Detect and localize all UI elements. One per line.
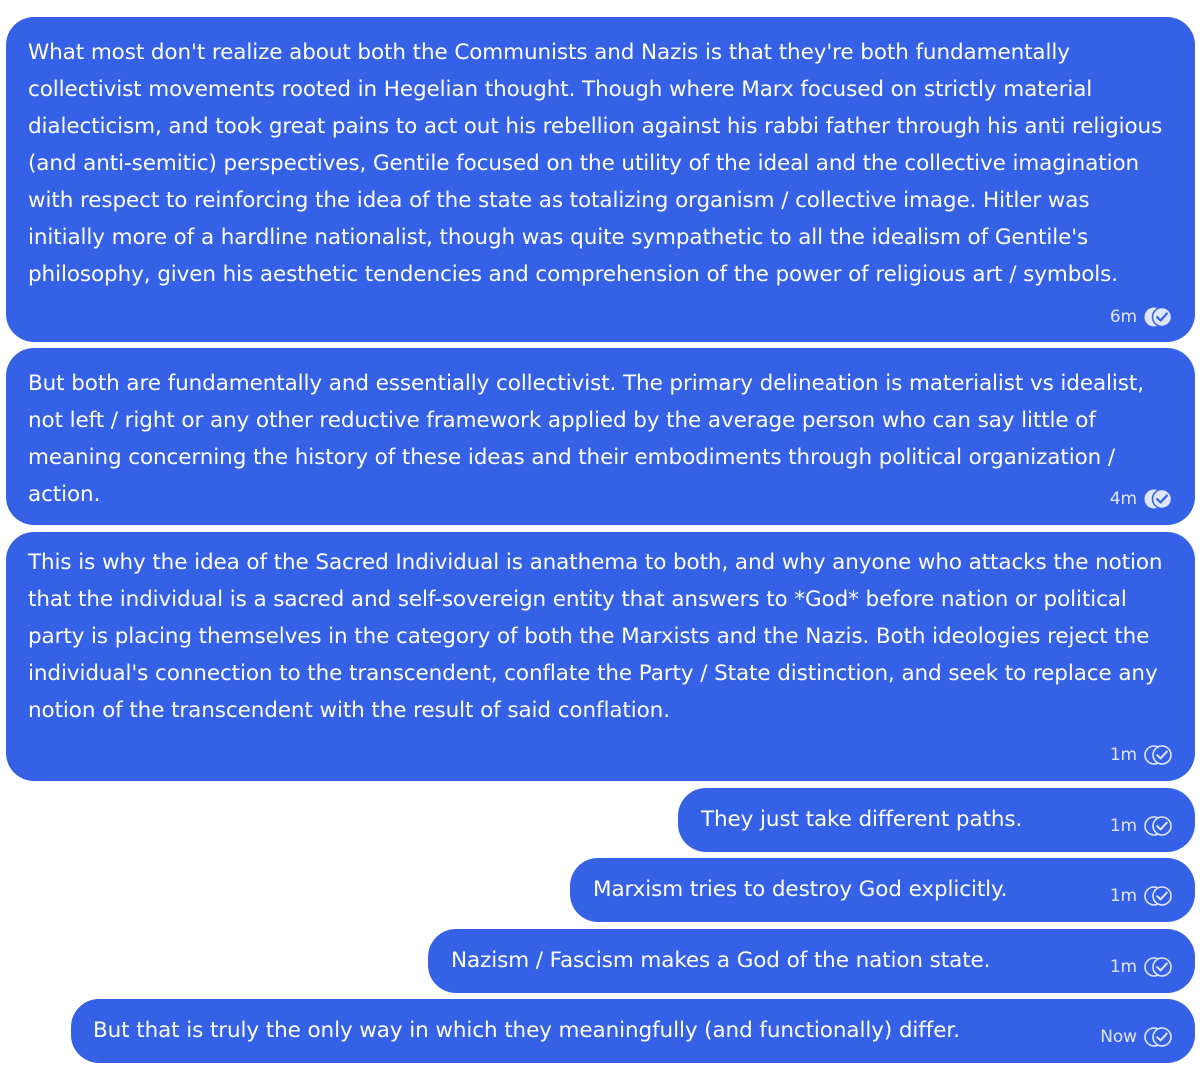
message-text: They just take different paths. <box>701 807 1023 832</box>
message-meta: 4m <box>1110 488 1173 510</box>
message-text: Nazism / Fascism makes a God of the nati… <box>451 948 991 973</box>
message-meta: 1m <box>1110 744 1173 766</box>
message-timestamp: 1m <box>1109 745 1137 765</box>
message-bubble[interactable]: But that is truly the only way in which … <box>71 999 1195 1063</box>
delivered-double-check-icon <box>1144 886 1172 906</box>
message-thread: What most don't realize about both the C… <box>0 0 1200 1081</box>
message-timestamp: 1m <box>1109 957 1137 977</box>
message-bubble[interactable]: Nazism / Fascism makes a God of the nati… <box>428 929 1195 993</box>
message-meta: 1m <box>1110 815 1173 837</box>
message-text: This is why the idea of the Sacred Indiv… <box>28 550 1170 723</box>
message-bubble[interactable]: Marxism tries to destroy God explicitly.… <box>570 858 1195 922</box>
message-bubble[interactable]: They just take different paths. 1m <box>678 788 1195 852</box>
message-bubble[interactable]: This is why the idea of the Sacred Indiv… <box>6 532 1195 781</box>
message-timestamp: Now <box>1100 1027 1137 1047</box>
message-text: But that is truly the only way in which … <box>93 1018 960 1043</box>
message-timestamp: 1m <box>1109 816 1137 836</box>
delivered-double-check-icon <box>1144 745 1172 765</box>
message-bubble[interactable]: What most don't realize about both the C… <box>6 17 1195 342</box>
message-text: But both are fundamentally and essential… <box>28 371 1151 507</box>
message-text: What most don't realize about both the C… <box>28 40 1169 287</box>
message-meta: 6m <box>1110 306 1173 328</box>
message-meta: 1m <box>1110 885 1173 907</box>
message-bubble[interactable]: But both are fundamentally and essential… <box>6 348 1195 525</box>
message-timestamp: 4m <box>1109 489 1137 509</box>
message-meta: Now <box>1100 1026 1173 1048</box>
delivered-double-check-icon <box>1144 1027 1172 1047</box>
delivered-double-check-icon <box>1144 816 1172 836</box>
message-timestamp: 1m <box>1109 886 1137 906</box>
message-text: Marxism tries to destroy God explicitly. <box>593 877 1008 902</box>
read-double-check-icon <box>1144 306 1173 328</box>
message-meta: 1m <box>1110 956 1173 978</box>
message-timestamp: 6m <box>1109 307 1137 327</box>
read-double-check-icon <box>1144 488 1173 510</box>
delivered-double-check-icon <box>1144 957 1172 977</box>
